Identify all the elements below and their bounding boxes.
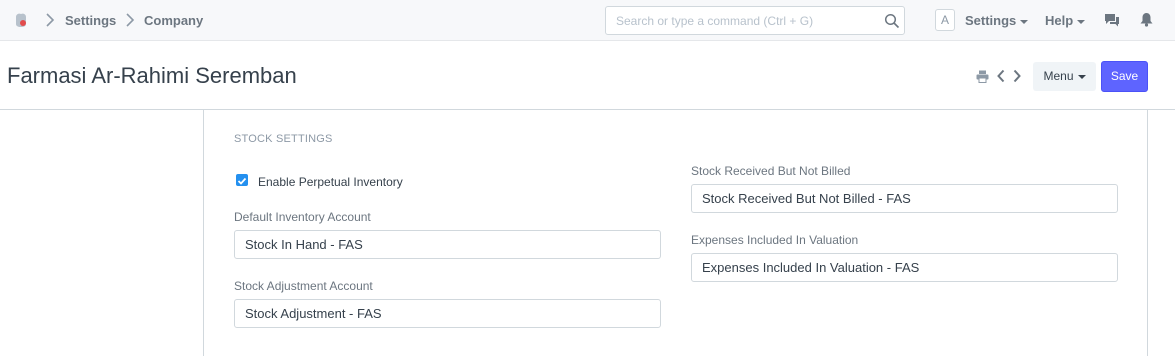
bell-icon[interactable] <box>1140 12 1153 27</box>
save-button[interactable]: Save <box>1101 61 1148 92</box>
stock-settings-section: STOCK SETTINGS Enable Perpetual Inventor… <box>203 110 1148 356</box>
section-title: STOCK SETTINGS <box>234 133 333 145</box>
page-title: Farmasi Ar-Rahimi Seremban <box>7 63 297 88</box>
caret-down-icon <box>1077 74 1086 79</box>
perpetual-inventory-label[interactable]: Enable Perpetual Inventory <box>258 175 403 189</box>
settings-dropdown-label: Settings <box>965 13 1017 28</box>
top-navbar: Settings Company Search or type a comman… <box>0 0 1175 41</box>
expenses-included-valuation-label: Expenses Included In Valuation <box>691 233 859 247</box>
app-logo-icon[interactable] <box>12 11 30 29</box>
caret-down-icon <box>1077 19 1086 24</box>
stock-received-not-billed-label: Stock Received But Not Billed <box>691 164 851 178</box>
breadcrumb-settings[interactable]: Settings <box>65 13 116 28</box>
breadcrumb-chevron-icon <box>126 13 135 27</box>
menu-button[interactable]: Menu <box>1033 62 1096 91</box>
help-dropdown-label: Help <box>1045 13 1074 28</box>
chat-icon[interactable] <box>1104 12 1120 28</box>
chevron-right-icon[interactable] <box>1012 69 1022 83</box>
checkmark-icon <box>237 177 247 185</box>
default-inventory-account-field[interactable]: Stock In Hand - FAS <box>234 230 661 259</box>
page-header: Farmasi Ar-Rahimi Seremban Menu Save <box>0 41 1175 110</box>
stock-adjustment-account-label: Stock Adjustment Account <box>234 279 373 293</box>
default-inventory-account-label: Default Inventory Account <box>234 210 371 224</box>
avatar[interactable]: A <box>935 9 955 31</box>
menu-button-label: Menu <box>1043 69 1074 83</box>
help-dropdown[interactable]: Help <box>1045 13 1086 28</box>
print-icon[interactable] <box>976 70 989 83</box>
stock-received-not-billed-field[interactable]: Stock Received But Not Billed - FAS <box>691 184 1118 213</box>
search-placeholder: Search or type a command (Ctrl + G) <box>616 14 814 28</box>
chevron-left-icon[interactable] <box>996 69 1006 83</box>
caret-down-icon <box>1020 19 1029 24</box>
settings-dropdown[interactable]: Settings <box>965 13 1029 28</box>
search-input[interactable]: Search or type a command (Ctrl + G) <box>605 6 905 35</box>
expenses-included-valuation-field[interactable]: Expenses Included In Valuation - FAS <box>691 253 1118 282</box>
breadcrumb-chevron-icon <box>46 13 55 27</box>
search-icon[interactable] <box>884 13 900 29</box>
perpetual-inventory-checkbox[interactable] <box>236 174 248 186</box>
stock-adjustment-account-field[interactable]: Stock Adjustment - FAS <box>234 299 661 328</box>
breadcrumb-company[interactable]: Company <box>144 13 203 28</box>
